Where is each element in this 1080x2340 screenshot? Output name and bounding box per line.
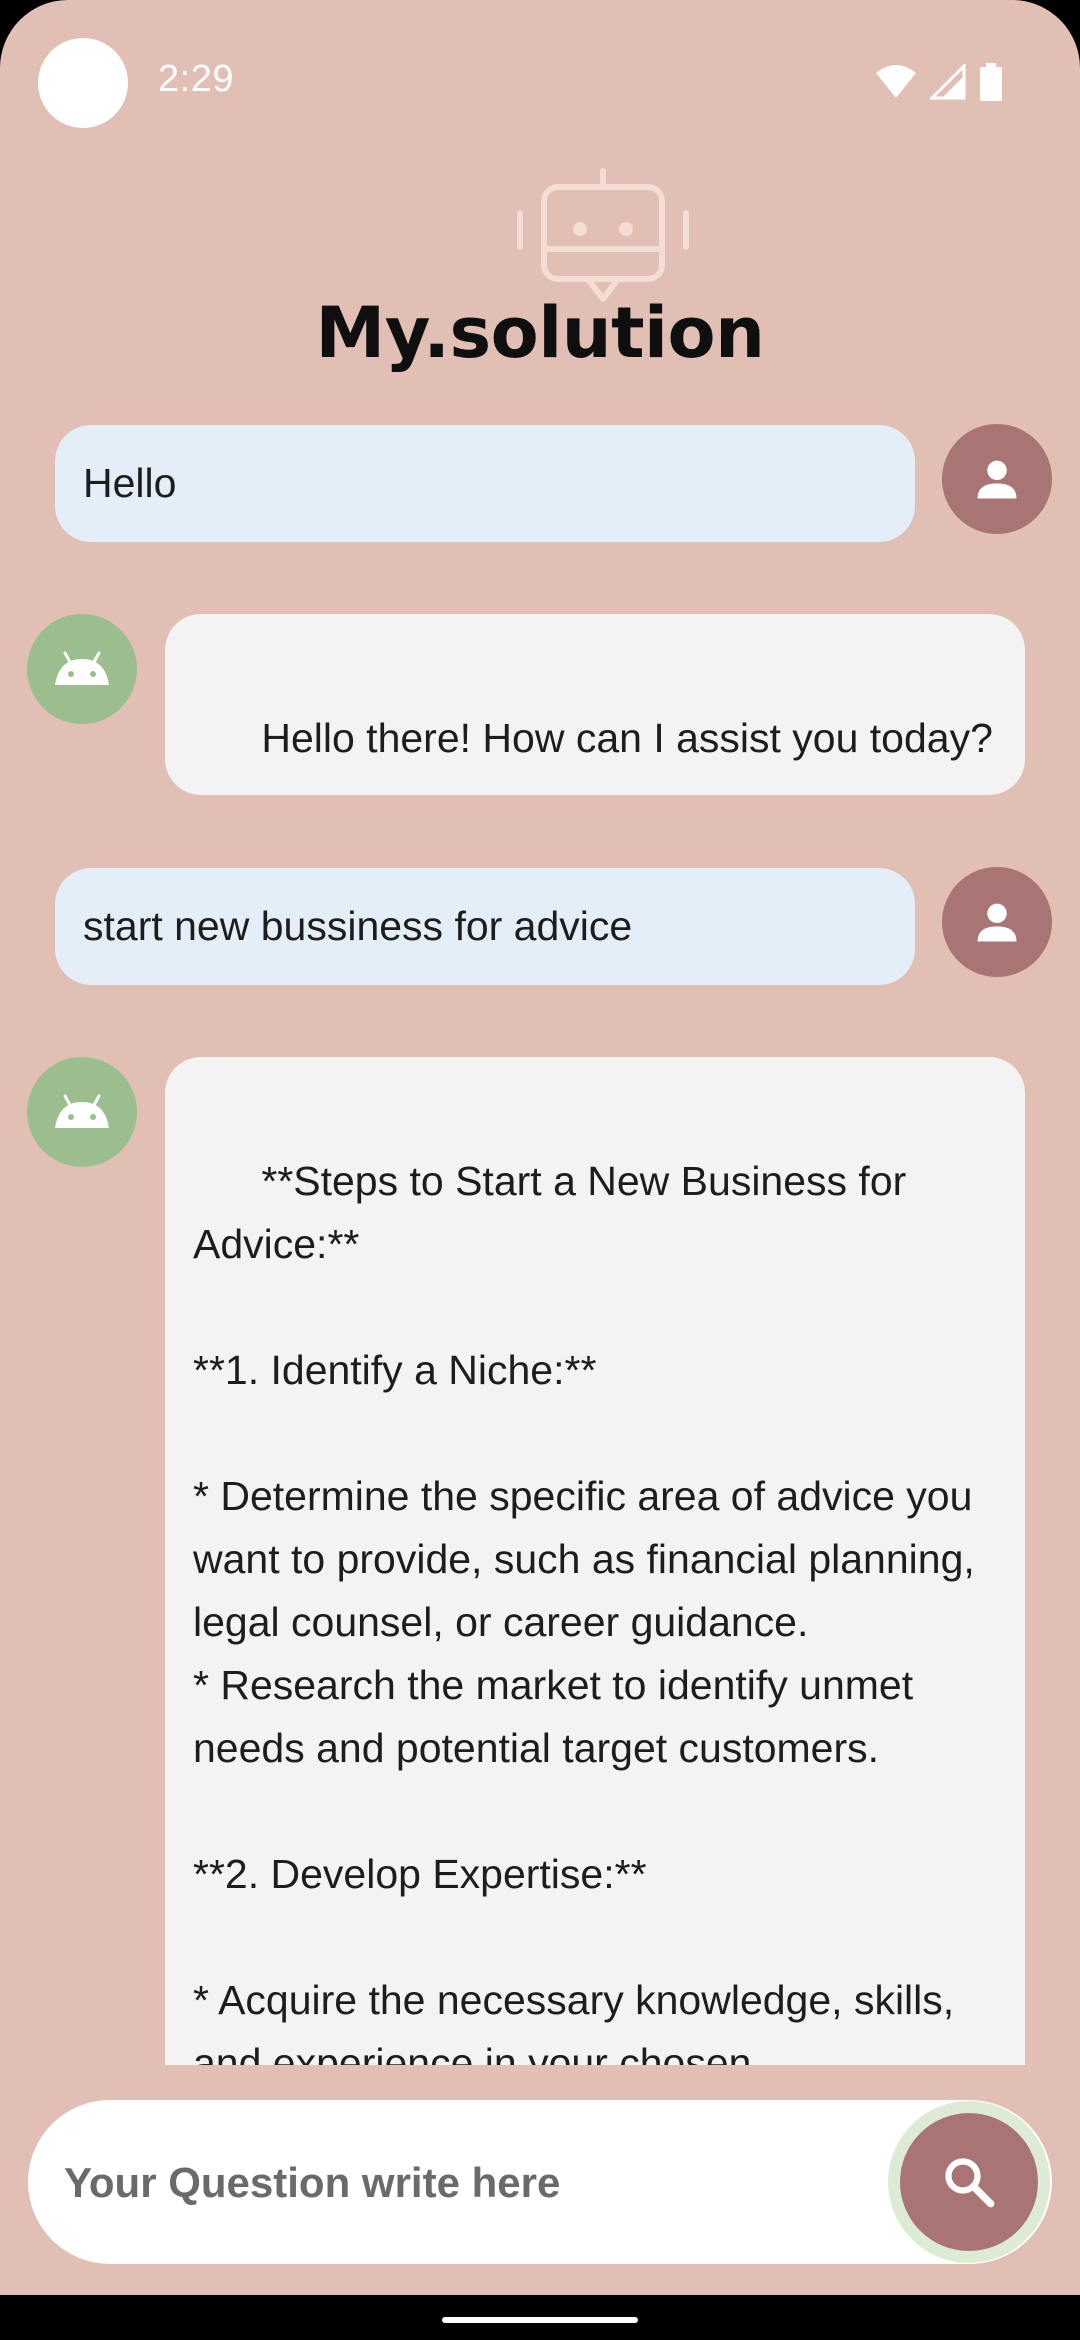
android-icon: [55, 651, 109, 685]
bot-avatar: [27, 1057, 137, 1167]
search-button-inner[interactable]: [900, 2113, 1038, 2251]
bot-message-text: Hello there! How can I assist you today?: [261, 715, 993, 761]
app-screen: 2:29 My.solution Hello Hello there! How …: [0, 0, 1080, 2295]
search-button[interactable]: [888, 2101, 1050, 2263]
bot-message-bubble: **Steps to Start a New Business for Advi…: [165, 1057, 1025, 2065]
person-icon: [977, 460, 1017, 499]
user-avatar: [942, 424, 1052, 534]
user-message-text: Hello: [83, 460, 177, 506]
question-input[interactable]: [62, 2100, 886, 2266]
bot-avatar: [27, 614, 137, 724]
search-icon: [945, 2158, 995, 2208]
home-indicator[interactable]: [442, 2317, 638, 2323]
person-icon: [977, 903, 1017, 942]
user-message-text: start new bussiness for advice: [83, 903, 633, 949]
chat-list[interactable]: Hello Hello there! How can I assist you …: [0, 0, 1080, 2065]
bot-message-text: **Steps to Start a New Business for Advi…: [193, 1158, 975, 2065]
user-message-bubble: Hello: [55, 425, 915, 542]
bot-message-bubble: Hello there! How can I assist you today?: [165, 614, 1025, 795]
android-icon: [55, 1094, 109, 1128]
user-avatar: [942, 867, 1052, 977]
user-message-bubble: start new bussiness for advice: [55, 868, 915, 985]
